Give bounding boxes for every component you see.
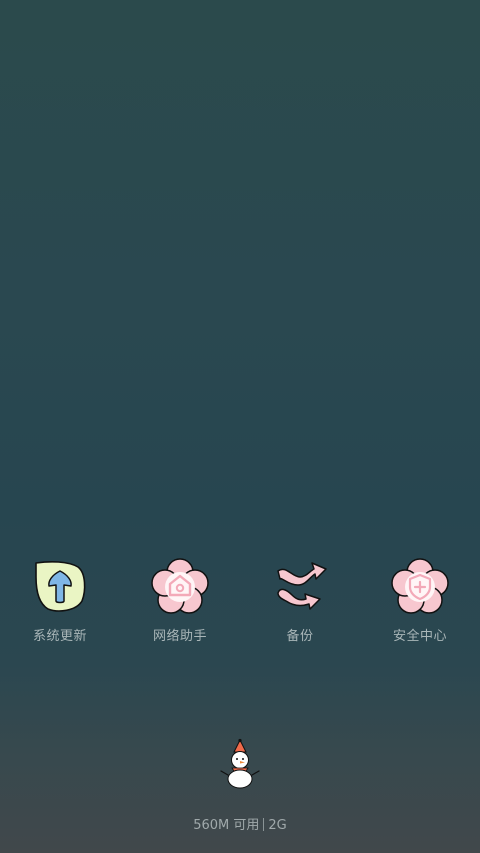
home-screen: 系统更新 网络助手 备份 安全中心 560M 可用 2G <box>0 0 480 853</box>
app-label: 备份 <box>286 629 314 644</box>
backup-icon <box>268 555 332 619</box>
app-label: 网络助手 <box>152 629 207 644</box>
memory-divider <box>263 818 265 831</box>
memory-free: 560M 可用 <box>193 818 260 833</box>
app-label: 安全中心 <box>392 629 447 644</box>
app-row: 系统更新 网络助手 备份 安全中心 <box>0 555 480 655</box>
app-label: 系统更新 <box>32 629 87 644</box>
memory-total: 2G <box>268 818 287 833</box>
app-system-update[interactable]: 系统更新 <box>0 555 120 655</box>
security-center-icon <box>388 555 452 619</box>
snowman-icon[interactable] <box>218 738 262 790</box>
memory-status: 560M 可用 2G <box>0 817 480 835</box>
app-backup[interactable]: 备份 <box>240 555 360 655</box>
system-update-icon <box>28 555 92 619</box>
app-network-assistant[interactable]: 网络助手 <box>120 555 240 655</box>
network-assistant-icon <box>148 555 212 619</box>
app-security-center[interactable]: 安全中心 <box>360 555 480 655</box>
